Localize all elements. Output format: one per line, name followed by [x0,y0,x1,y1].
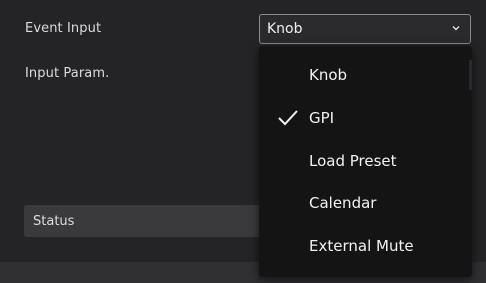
event-input-selected-value: Knob [267,21,303,37]
option-knob[interactable]: Knob [259,58,472,94]
event-input-select[interactable]: Knob [259,14,471,44]
option-load-preset[interactable]: Load Preset [259,144,472,180]
input-param-label: Input Param. [25,66,110,81]
option-calendar[interactable]: Calendar [259,186,472,222]
event-input-dropdown-menu: Knob GPI Load Preset Calendar External M… [259,46,472,277]
option-external-mute[interactable]: External Mute [259,229,472,265]
event-input-label: Event Input [25,21,102,36]
chevron-down-icon [452,26,460,31]
option-label: Load Preset [309,152,397,170]
option-label: Knob [309,66,348,84]
checkmark-icon [278,110,298,126]
option-label: Calendar [309,194,377,212]
status-bar: Status [24,205,264,237]
option-gpi[interactable]: GPI [259,101,472,137]
status-label: Status [33,214,75,229]
option-label: GPI [309,109,335,127]
option-label: External Mute [309,237,414,255]
